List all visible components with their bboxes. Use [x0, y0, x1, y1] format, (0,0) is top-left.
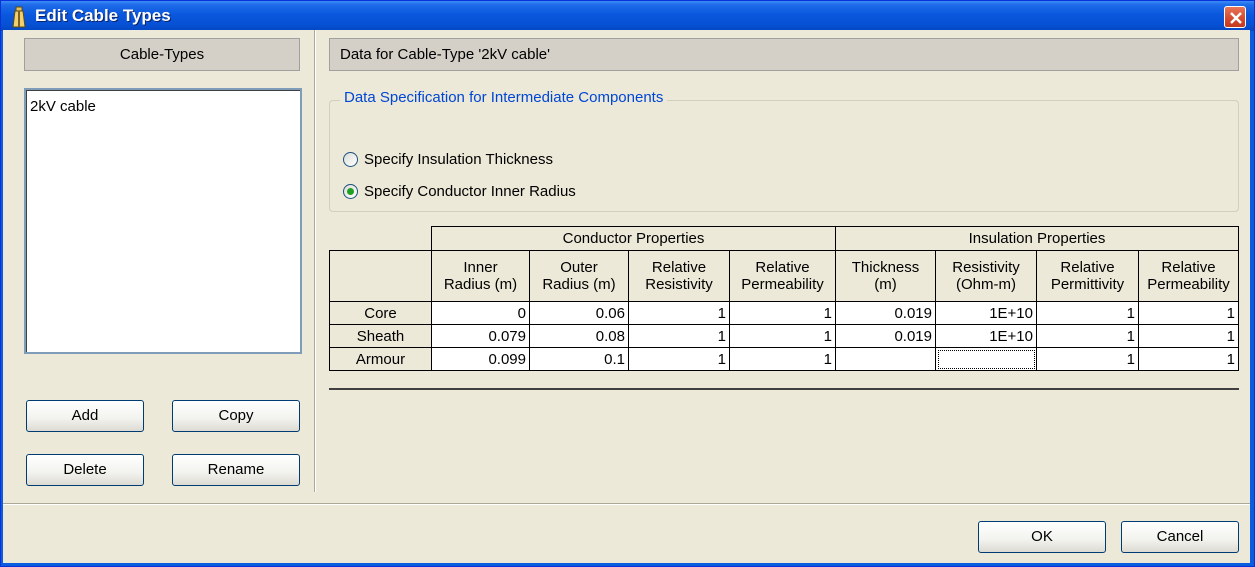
cell[interactable] [835, 347, 936, 371]
cell[interactable]: 1 [729, 301, 836, 325]
insulation-properties-header: Insulation Properties [835, 226, 1239, 251]
window-title: Edit Cable Types [35, 6, 171, 25]
col-header-relative-resistivity: Relative Resistivity [628, 250, 730, 302]
close-button[interactable] [1224, 6, 1246, 28]
cable-app-icon [9, 6, 29, 28]
row-header-corner [329, 250, 432, 302]
cell[interactable]: 1 [1036, 301, 1139, 325]
cell[interactable]: 0.1 [529, 347, 629, 371]
cell[interactable]: 0.079 [431, 324, 530, 348]
ok-button[interactable]: OK [978, 521, 1106, 553]
radio-button-icon[interactable] [343, 152, 358, 167]
col-header-resistivity: Resistivity (Ohm-m) [935, 250, 1037, 302]
cancel-button[interactable]: Cancel [1121, 521, 1239, 553]
radio-insulation-thickness[interactable]: Specify Insulation Thickness [343, 151, 553, 168]
add-button[interactable]: Add [26, 400, 144, 432]
row-label-armour: Armour [329, 347, 432, 371]
footer-divider [3, 503, 1250, 505]
list-item[interactable]: 2kV cable [30, 98, 96, 115]
col-header-insulation-permeability: Relative Permeability [1138, 250, 1239, 302]
panel-divider [314, 30, 316, 492]
cable-properties-grid[interactable]: Conductor Properties Insulation Properti… [329, 226, 1239, 390]
radio-label: Specify Insulation Thickness [364, 151, 553, 168]
cable-data-header: Data for Cable-Type '2kV cable' [329, 38, 1239, 71]
cell[interactable]: 0.019 [835, 301, 936, 325]
row-label-sheath: Sheath [329, 324, 432, 348]
cell[interactable]: 0.099 [431, 347, 530, 371]
table-row: Core 0 0.06 1 1 0.019 1E+10 1 1 [329, 301, 1239, 325]
col-header-outer-radius: Outer Radius (m) [529, 250, 629, 302]
table-row: Armour 0.099 0.1 1 1 1 1 [329, 347, 1239, 371]
group-title: Data Specification for Intermediate Comp… [340, 89, 668, 106]
copy-button[interactable]: Copy [172, 400, 300, 432]
cell[interactable]: 1E+10 [935, 301, 1037, 325]
cell[interactable]: 0 [431, 301, 530, 325]
col-header-relative-permittivity: Relative Permittivity [1036, 250, 1139, 302]
cell[interactable]: 1 [1138, 301, 1239, 325]
delete-button[interactable]: Delete [26, 454, 144, 486]
cell[interactable]: 1 [628, 347, 730, 371]
focused-cell[interactable] [935, 347, 1037, 371]
cable-types-list[interactable]: 2kV cable [24, 88, 302, 354]
cell[interactable]: 1 [628, 301, 730, 325]
rename-button[interactable]: Rename [172, 454, 300, 486]
col-header-conductor-permeability: Relative Permeability [729, 250, 836, 302]
conductor-properties-header: Conductor Properties [431, 226, 836, 251]
cell[interactable]: 1E+10 [935, 324, 1037, 348]
col-header-thickness: Thickness (m) [835, 250, 936, 302]
cell[interactable]: 1 [1138, 347, 1239, 371]
radio-conductor-inner-radius[interactable]: Specify Conductor Inner Radius [343, 183, 576, 200]
cell[interactable]: 0.06 [529, 301, 629, 325]
cable-types-header: Cable-Types [24, 38, 300, 71]
cell[interactable]: 1 [729, 324, 836, 348]
cell[interactable]: 0.019 [835, 324, 936, 348]
cell[interactable]: 1 [628, 324, 730, 348]
close-icon [1230, 12, 1242, 24]
cell[interactable]: 1 [729, 347, 836, 371]
col-header-inner-radius: Inner Radius (m) [431, 250, 530, 302]
title-bar[interactable]: Edit Cable Types [1, 1, 1254, 31]
cell[interactable]: 1 [1036, 324, 1139, 348]
corner-cell [329, 226, 432, 251]
row-label-core: Core [329, 301, 432, 325]
radio-button-selected-icon[interactable] [343, 184, 358, 199]
cell[interactable]: 1 [1138, 324, 1239, 348]
cell[interactable]: 1 [1036, 347, 1139, 371]
cell[interactable]: 0.08 [529, 324, 629, 348]
radio-label: Specify Conductor Inner Radius [364, 183, 576, 200]
properties-table: Conductor Properties Insulation Properti… [329, 226, 1239, 371]
table-row: Sheath 0.079 0.08 1 1 0.019 1E+10 1 1 [329, 324, 1239, 348]
